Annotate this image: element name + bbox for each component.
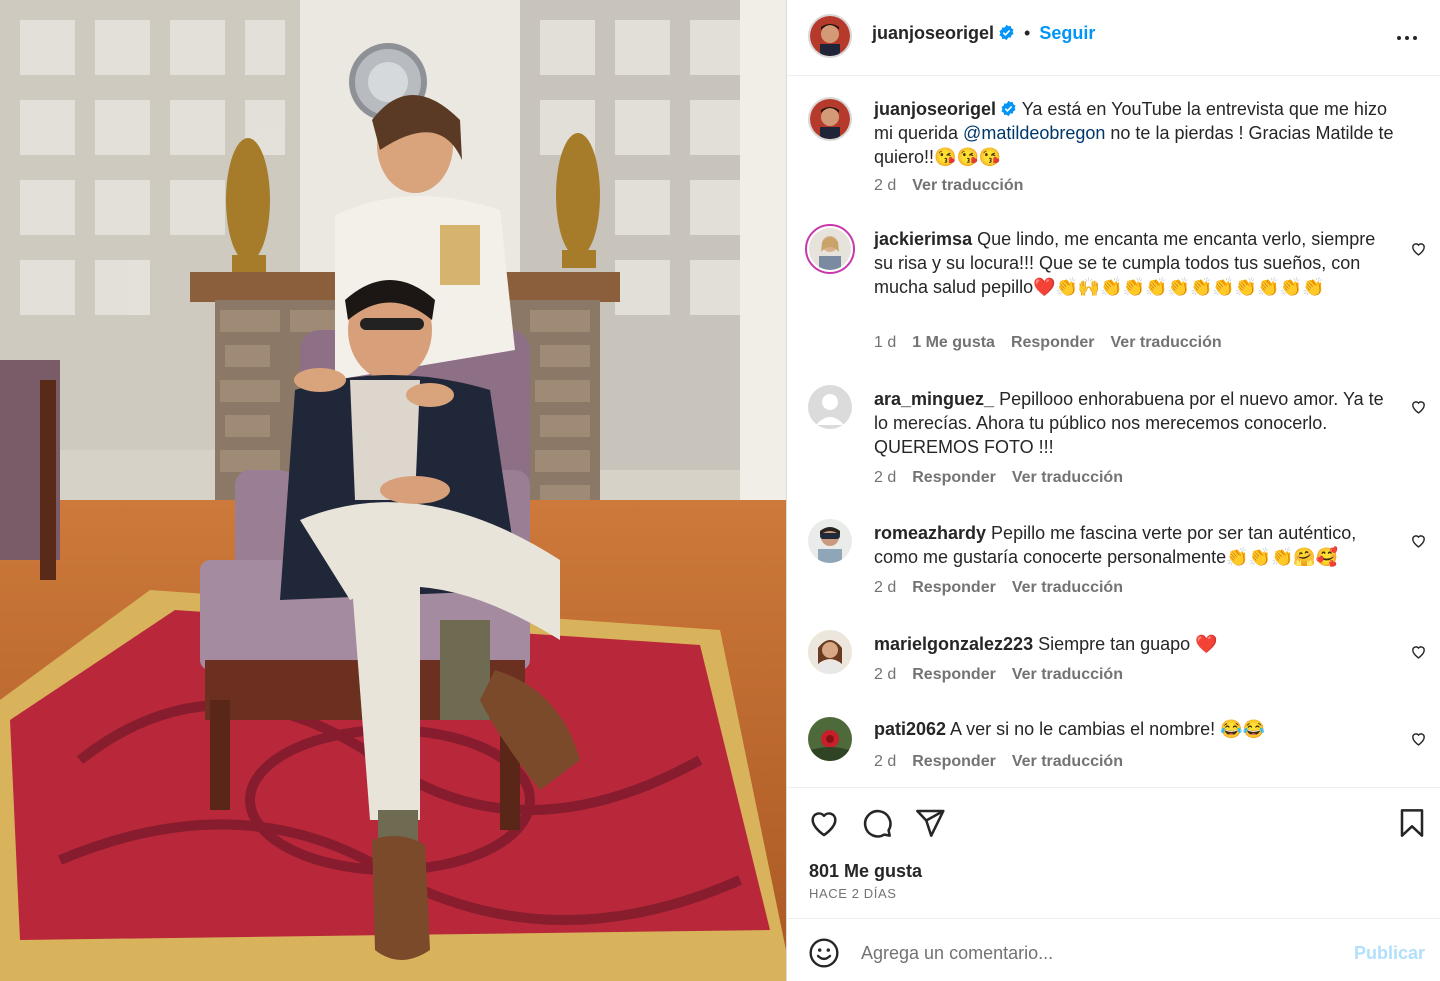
commenter-username[interactable]: pati2062 (874, 719, 946, 739)
caption-text: juanjoseorigel Ya está en YouTube la ent… (874, 97, 1394, 169)
comment-time[interactable]: 2 d (874, 579, 896, 596)
author-avatar[interactable] (808, 14, 852, 58)
translate-link[interactable]: Ver traducción (1012, 579, 1123, 596)
more-options-icon[interactable] (1395, 26, 1419, 50)
comment-like-heart-icon[interactable] (1410, 532, 1427, 549)
comment-meta: 2 d Responder Ver traducción (874, 666, 1139, 684)
comment-meta: 2 d Responder Ver traducción (874, 469, 1139, 487)
post-header: juanjoseorigel • Seguir (787, 0, 1440, 76)
reply-button[interactable]: Responder (912, 469, 996, 486)
publish-button[interactable]: Publicar (1354, 943, 1425, 964)
comment-like-heart-icon[interactable] (1410, 643, 1427, 660)
commenter-avatar-default[interactable] (808, 385, 852, 429)
comments-list[interactable]: juanjoseorigel Ya está en YouTube la ent… (787, 77, 1440, 787)
translate-link[interactable]: Ver traducción (1012, 469, 1123, 486)
verified-badge-icon (999, 24, 1014, 41)
post-detail-panel: juanjoseorigel • Seguir juanjoseorigel Ya … (786, 0, 1440, 981)
commenter-avatar[interactable] (808, 519, 852, 563)
comment-meta: 1 d 1 Me gusta Responder Ver traducción (874, 334, 1238, 352)
comment-meta: 2 d Responder Ver traducción (874, 579, 1139, 597)
comment-input[interactable] (861, 939, 1321, 967)
caption-mention-link[interactable]: @matildeobregon (963, 123, 1105, 143)
post-date[interactable]: HACE 2 DÍAS (809, 886, 897, 901)
comment-time[interactable]: 2 d (874, 753, 896, 770)
comment-likes-count[interactable]: 1 Me gusta (912, 334, 995, 351)
emoji-smiley-icon[interactable] (808, 937, 840, 969)
translate-link[interactable]: Ver traducción (1012, 753, 1123, 770)
commenter-avatar[interactable] (805, 224, 855, 274)
commenter-username[interactable]: marielgonzalez223 (874, 634, 1033, 654)
caption-time[interactable]: 2 d (874, 177, 896, 194)
translate-link[interactable]: Ver traducción (1012, 666, 1123, 683)
commenter-username[interactable]: romeazhardy (874, 523, 986, 543)
add-comment-bar: Publicar (787, 918, 1440, 981)
reply-button[interactable]: Responder (912, 753, 996, 770)
comment-like-heart-icon[interactable] (1410, 398, 1427, 415)
comment-meta: 2 d Responder Ver traducción (874, 753, 1139, 771)
reply-button[interactable]: Responder (912, 579, 996, 596)
commenter-username[interactable]: jackierimsa (874, 229, 972, 249)
comment-like-heart-icon[interactable] (1410, 240, 1427, 257)
header-user-line: juanjoseorigel • Seguir (872, 23, 1095, 44)
comment-text: jackierimsa Que lindo, me encanta me enc… (874, 227, 1394, 299)
follow-button[interactable]: Seguir (1039, 23, 1095, 43)
comment-time[interactable]: 1 d (874, 334, 896, 351)
reply-button[interactable]: Responder (912, 666, 996, 683)
comment-like-heart-icon[interactable] (1410, 730, 1427, 747)
comment-text: ara_minguez_ Pepillooo enhorabuena por e… (874, 387, 1394, 459)
caption-translate-link[interactable]: Ver traducción (912, 177, 1023, 194)
comment-body: A ver si no le cambias el nombre! 😂😂 (946, 719, 1266, 739)
comment-text: pati2062 A ver si no le cambias el nombr… (874, 717, 1394, 741)
reply-button[interactable]: Responder (1011, 334, 1095, 351)
post-actions: 801 Me gusta HACE 2 DÍAS (787, 787, 1440, 918)
like-heart-icon[interactable] (808, 807, 840, 839)
verified-badge-icon (1001, 100, 1016, 117)
comment-time[interactable]: 2 d (874, 666, 896, 683)
likes-count[interactable]: 801 Me gusta (809, 861, 922, 882)
post-image (0, 0, 786, 981)
author-username[interactable]: juanjoseorigel (872, 23, 994, 43)
commenter-username[interactable]: ara_minguez_ (874, 389, 994, 409)
comment-bubble-icon[interactable] (861, 807, 893, 839)
commenter-avatar[interactable] (808, 717, 852, 761)
bookmark-save-icon[interactable] (1396, 807, 1428, 839)
commenter-avatar[interactable] (808, 630, 852, 674)
translate-link[interactable]: Ver traducción (1111, 334, 1222, 351)
caption-avatar[interactable] (808, 97, 852, 141)
comment-body: Siempre tan guapo ❤️ (1033, 634, 1218, 654)
separator-dot: • (1024, 23, 1031, 43)
post-photo[interactable] (0, 0, 786, 981)
caption-username[interactable]: juanjoseorigel (874, 99, 996, 119)
comment-text: marielgonzalez223 Siempre tan guapo ❤️ (874, 632, 1394, 656)
comment-time[interactable]: 2 d (874, 469, 896, 486)
share-send-icon[interactable] (914, 807, 946, 839)
caption-meta: 2 d Ver traducción (874, 177, 1039, 195)
comment-text: romeazhardy Pepillo me fascina verte por… (874, 521, 1394, 569)
